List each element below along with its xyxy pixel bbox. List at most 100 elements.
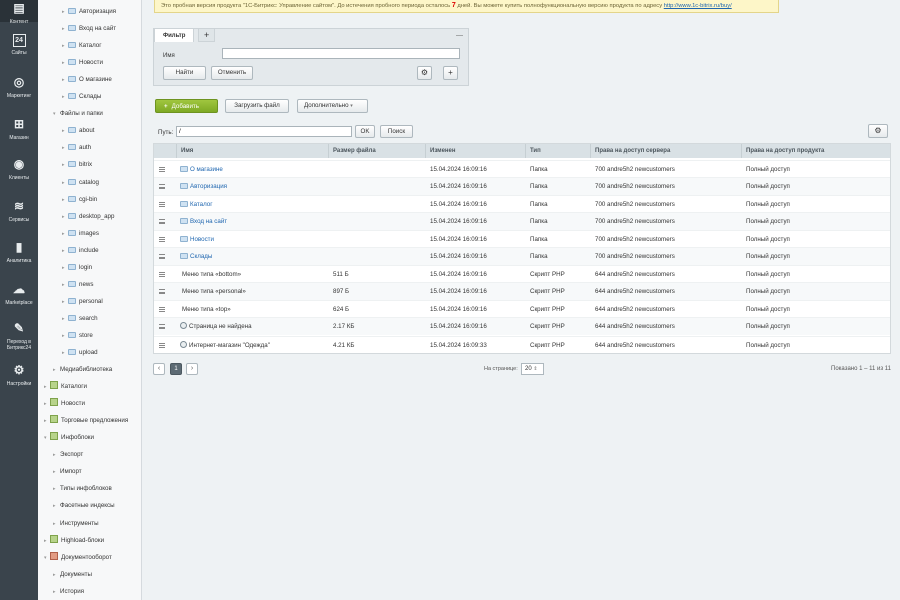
- table-row[interactable]: Каталог 15.04.2024 16:09:16 Папка 700 andre…: [154, 194, 890, 213]
- tree-item[interactable]: ▾ Документооборот: [44, 551, 112, 564]
- path-ok-button[interactable]: OK: [355, 125, 375, 138]
- rail-item-services[interactable]: ≋ Сервисы: [0, 198, 38, 224]
- table-row[interactable]: Меню типа «bottom» 511 Б 15.04.2024 16:09:…: [154, 264, 890, 283]
- row-menu-icon[interactable]: [159, 166, 165, 172]
- add-filter-field-button[interactable]: +: [443, 66, 458, 80]
- cancel-button[interactable]: Отменить: [211, 66, 253, 80]
- current-page[interactable]: 1: [170, 363, 182, 375]
- tree-item[interactable]: ▾ Инфоблоки: [44, 432, 94, 444]
- column-header[interactable]: Размер файла: [328, 144, 425, 158]
- table-row[interactable]: Меню типа «personal» 897 Б 15.04.2024 16:0…: [154, 282, 890, 300]
- tree-item[interactable]: ▸ login: [62, 262, 92, 274]
- tree-item[interactable]: ▸ Склады: [62, 91, 101, 103]
- row-menu-icon[interactable]: [159, 184, 165, 189]
- tree-item[interactable]: ▸ История: [53, 586, 84, 598]
- tree-item[interactable]: ▸ personal: [62, 296, 103, 308]
- cell-name[interactable]: Страница не найдена: [180, 318, 252, 335]
- chevron-right-icon[interactable]: ▸: [53, 569, 59, 581]
- tree-item[interactable]: ▸ store: [62, 330, 93, 342]
- chevron-down-icon[interactable]: ▾: [53, 108, 59, 120]
- rail-item-clients[interactable]: ◉ Клиенты: [0, 156, 38, 182]
- cell-name[interactable]: Авторизация: [180, 178, 227, 195]
- tree-item[interactable]: ▸ Типы инфоблоков: [53, 483, 112, 495]
- tree-item[interactable]: ▸ bitrix: [62, 159, 92, 171]
- row-menu-icon[interactable]: [159, 271, 165, 277]
- row-menu-icon[interactable]: [159, 289, 165, 294]
- table-row[interactable]: Страница не найдена 2.17 КБ 15.04.2024 16:…: [154, 317, 890, 335]
- table-row[interactable]: Вход на сайт 15.04.2024 16:09:16 Папка 700 …: [154, 212, 890, 230]
- column-header[interactable]: Права на доступ продукта: [741, 144, 890, 158]
- tree-item[interactable]: ▸ Инструменты: [53, 518, 99, 530]
- table-row[interactable]: О магазине 15.04.2024 16:09:16 Папка 700 an…: [154, 159, 890, 178]
- cell-name[interactable]: Каталог: [180, 196, 213, 213]
- tree-item[interactable]: ▸ Авторизация: [62, 6, 116, 18]
- row-menu-icon[interactable]: [159, 324, 165, 329]
- tree-item[interactable]: ▸ search: [62, 313, 98, 325]
- next-page-button[interactable]: ›: [186, 363, 198, 375]
- cell-name[interactable]: Меню типа «personal»: [180, 283, 246, 300]
- rail-item-bitrix24[interactable]: ✎ Переход в Битрикс24: [0, 320, 38, 354]
- table-row[interactable]: Новости 15.04.2024 16:09:16 Папка 700 andre…: [154, 229, 890, 248]
- upload-file-button[interactable]: Загрузить файл: [225, 99, 289, 113]
- row-menu-icon[interactable]: [159, 219, 165, 224]
- tree-item[interactable]: ▸ catalog: [62, 177, 99, 189]
- cell-name[interactable]: Меню типа «top»: [180, 301, 231, 318]
- tree-item[interactable]: ▸ Каталог: [62, 40, 102, 52]
- row-menu-icon[interactable]: [159, 254, 165, 259]
- cell-name[interactable]: Интернет-магазин "Одежда": [180, 337, 270, 354]
- prev-page-button[interactable]: ‹: [153, 363, 165, 375]
- rail-item-shop[interactable]: ⊞ Магазин: [0, 116, 38, 142]
- column-header[interactable]: Тип: [525, 144, 590, 158]
- grid-settings-button[interactable]: ⚙: [868, 124, 888, 138]
- rail-item-marketing[interactable]: ◎ Маркетинг: [0, 74, 38, 100]
- cell-name[interactable]: Новости: [180, 231, 214, 248]
- per-page-select[interactable]: 20 ⇕: [521, 363, 544, 375]
- rail-item-sites[interactable]: 24 Сайты: [0, 34, 38, 60]
- chevron-right-icon[interactable]: ▸: [53, 500, 59, 512]
- chevron-right-icon[interactable]: ▸: [53, 586, 59, 598]
- table-row[interactable]: Склады 15.04.2024 16:09:16 Папка 700 andre5…: [154, 247, 890, 265]
- row-menu-icon[interactable]: [159, 236, 165, 242]
- column-header[interactable]: Права на доступ сервера: [590, 144, 741, 158]
- rail-item-analytics[interactable]: ▮ Аналитика: [0, 239, 38, 265]
- path-input[interactable]: [176, 126, 352, 137]
- tree-item[interactable]: ▸ Экспорт: [53, 449, 83, 461]
- tree-item[interactable]: ▸ Документы: [53, 569, 92, 581]
- tree-item[interactable]: ▸ news: [62, 279, 93, 291]
- add-button[interactable]: + Добавить: [155, 99, 218, 113]
- tree-item[interactable]: ▸ about: [62, 125, 94, 137]
- row-menu-icon[interactable]: [159, 342, 165, 348]
- filter-collapse-button[interactable]: —: [456, 32, 463, 39]
- table-row[interactable]: Интернет-магазин "Одежда" 4.21 КБ 15.04.20…: [154, 335, 890, 354]
- tree-item[interactable]: ▸ images: [62, 228, 99, 240]
- chevron-right-icon[interactable]: ▸: [53, 466, 59, 478]
- buy-link[interactable]: http://www.1c-bitrix.ru/buy/: [664, 3, 732, 9]
- tree-item[interactable]: ▸ Каталоги: [44, 381, 87, 393]
- cell-name[interactable]: Склады: [180, 248, 212, 265]
- tree-item[interactable]: ▸ Вход на сайт: [62, 23, 116, 35]
- name-filter-input[interactable]: [222, 48, 460, 59]
- table-row[interactable]: Авторизация 15.04.2024 16:09:16 Папка 700 a…: [154, 177, 890, 195]
- tree-item[interactable]: ▸ Торговые предложения: [44, 415, 128, 427]
- tree-item[interactable]: ▾ Файлы и папки: [53, 108, 103, 120]
- column-header[interactable]: Имя: [176, 144, 328, 158]
- rail-item-content[interactable]: ▤ Контент: [0, 0, 38, 25]
- tree-item[interactable]: ▸ Новости: [44, 398, 85, 410]
- find-button[interactable]: Найти: [163, 66, 206, 80]
- column-header[interactable]: Изменен: [425, 144, 525, 158]
- tree-item[interactable]: ▸ Highload-блоки: [44, 534, 104, 547]
- row-menu-icon[interactable]: [159, 306, 165, 312]
- cell-name[interactable]: О магазине: [180, 161, 223, 178]
- tree-item[interactable]: ▸ О магазине: [62, 74, 112, 86]
- tree-item[interactable]: ▸ auth: [62, 142, 91, 154]
- tree-item[interactable]: ▸ Фасетные индексы: [53, 500, 115, 512]
- filter-settings-button[interactable]: ⚙: [417, 66, 432, 80]
- cell-name[interactable]: Меню типа «bottom»: [180, 266, 241, 283]
- path-search-button[interactable]: Поиск: [380, 125, 413, 138]
- tree-item[interactable]: ▸ desktop_app: [62, 211, 114, 223]
- tree-item[interactable]: ▸ include: [62, 245, 99, 257]
- tree-item[interactable]: ▸ Новости: [62, 57, 103, 69]
- add-filter-tab-button[interactable]: +: [198, 28, 216, 42]
- row-menu-icon[interactable]: [159, 201, 165, 207]
- cell-name[interactable]: Вход на сайт: [180, 213, 227, 230]
